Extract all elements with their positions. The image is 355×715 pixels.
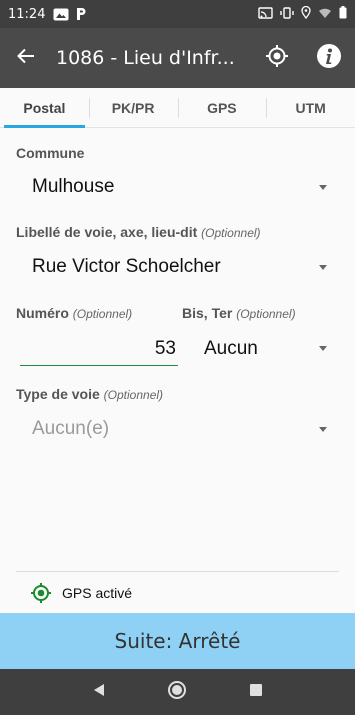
- gps-status-bar: GPS activé: [16, 571, 339, 613]
- recents-square-icon: [249, 683, 263, 702]
- page-title: 1086 - Lieu d'Infr...: [56, 47, 235, 69]
- libelle-optional-text: (Optionnel): [201, 226, 261, 240]
- nav-home-button[interactable]: [157, 672, 197, 712]
- nav-recents-button[interactable]: [236, 672, 276, 712]
- bister-select[interactable]: Aucun: [204, 338, 258, 360]
- gallery-icon: [53, 8, 69, 21]
- libelle-select[interactable]: Rue Victor Schoelcher: [32, 256, 221, 278]
- numero-label: Numéro (Optionnel): [16, 305, 132, 321]
- bister-label: Bis, Ter (Optionnel): [182, 305, 296, 321]
- libelle-label: Libellé de voie, axe, lieu-dit (Optionne…: [16, 224, 261, 240]
- tab-bar: Postal PK/PR GPS UTM: [0, 88, 355, 128]
- battery-icon: [339, 6, 347, 22]
- type-voie-select[interactable]: Aucun(e): [32, 418, 109, 440]
- type-voie-label-text: Type de voie: [16, 386, 100, 402]
- status-icons-right: [258, 5, 347, 22]
- numero-optional-text: (Optionnel): [72, 307, 133, 321]
- libelle-dropdown-icon[interactable]: [319, 265, 327, 270]
- info-button[interactable]: [303, 28, 355, 88]
- status-bar: 11:24: [0, 0, 355, 28]
- type-voie-dropdown-icon[interactable]: [319, 427, 327, 432]
- tab-gps[interactable]: GPS: [177, 88, 267, 127]
- gps-target-icon: [265, 44, 289, 73]
- vibrate-icon: [280, 6, 294, 22]
- commune-select[interactable]: Mulhouse: [32, 176, 114, 198]
- screen: 11:24 1086 - Lieu d'Infr... Postal PK/PR…: [0, 0, 355, 715]
- home-circle-icon: [167, 680, 187, 705]
- gps-active-icon: [30, 582, 52, 604]
- tab-utm[interactable]: UTM: [266, 88, 355, 127]
- arrow-left-icon: [17, 48, 35, 69]
- numero-input[interactable]: 53: [20, 332, 178, 366]
- status-time: 11:24: [8, 6, 46, 22]
- back-triangle-icon: [92, 683, 106, 702]
- location-icon: [301, 5, 311, 22]
- numero-label-text: Numéro: [16, 305, 69, 321]
- info-icon: [316, 43, 342, 74]
- type-voie-optional-text: (Optionnel): [103, 388, 164, 402]
- bister-label-text: Bis, Ter: [182, 305, 233, 321]
- cast-icon: [258, 6, 273, 22]
- commune-label: Commune: [16, 145, 84, 161]
- back-button[interactable]: [0, 28, 52, 88]
- locate-button[interactable]: [251, 28, 303, 88]
- nav-back-button[interactable]: [79, 672, 119, 712]
- tab-postal[interactable]: Postal: [0, 88, 89, 128]
- gps-status-text: GPS activé: [62, 584, 133, 601]
- libelle-label-text: Libellé de voie, axe, lieu-dit: [16, 224, 198, 240]
- commune-dropdown-icon[interactable]: [319, 185, 327, 190]
- system-nav-bar: [0, 669, 355, 715]
- app-bar: 1086 - Lieu d'Infr...: [0, 28, 355, 88]
- type-voie-label: Type de voie (Optionnel): [16, 386, 163, 402]
- bister-dropdown-icon[interactable]: [319, 346, 327, 351]
- p-app-icon: [75, 7, 87, 21]
- wifi-icon: [318, 7, 332, 22]
- bister-optional-text: (Optionnel): [236, 307, 296, 321]
- tab-pk-pr[interactable]: PK/PR: [88, 88, 178, 127]
- commune-label-text: Commune: [16, 145, 85, 161]
- suite-button[interactable]: Suite: Arrêté: [0, 613, 355, 669]
